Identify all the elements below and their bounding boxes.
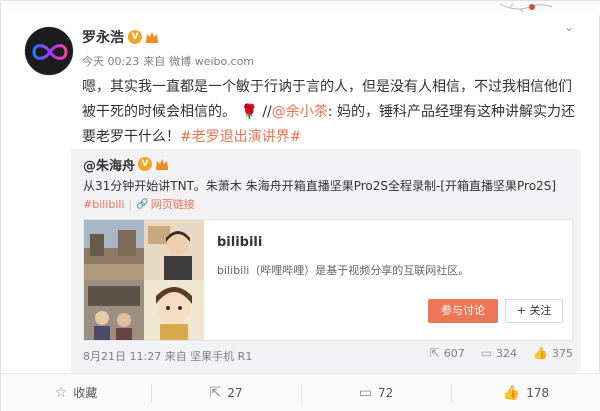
vip-crown-icon[interactable] bbox=[154, 157, 170, 171]
mention-link[interactable]: @余小茶 bbox=[272, 104, 328, 120]
rose-icon: 🌹 bbox=[240, 104, 258, 120]
comment-button[interactable]: ▭ 72 bbox=[301, 374, 451, 411]
thumb-street-image bbox=[84, 220, 144, 280]
share-icon: ⇱ bbox=[429, 346, 440, 360]
tag-separator: | bbox=[128, 197, 133, 211]
follow-button[interactable]: + 关注 bbox=[505, 299, 563, 323]
thumb-shop-image bbox=[84, 280, 144, 340]
repost-share-count: 607 bbox=[443, 346, 465, 360]
repost-author-name[interactable]: @朱海舟 bbox=[83, 155, 135, 174]
thumb-anime-image bbox=[144, 280, 204, 340]
repost-like-button[interactable]: 👍 375 bbox=[533, 346, 573, 360]
favorite-button[interactable]: ☆ 收藏 bbox=[1, 374, 151, 411]
repost-button[interactable]: ⇱ 27 bbox=[151, 374, 301, 411]
repost-footer: 8月21日 11:27 来自 坚果手机 R1 bbox=[83, 350, 253, 363]
chevron-down-icon[interactable]: ⌄ bbox=[561, 19, 577, 35]
weibo-post-card: ⌄ 罗永浩 V 今天 00:23 来自 微博 weibo.com 嗯，其实我一直都是… bbox=[0, 0, 600, 411]
post-time[interactable]: 今天 00:23 bbox=[82, 55, 139, 68]
vip-crown-icon[interactable] bbox=[144, 30, 160, 44]
web-link[interactable]: 网页链接 bbox=[151, 196, 195, 212]
action-bar: ☆ 收藏 ⇱ 27 ▭ 72 👍 178 bbox=[1, 373, 600, 411]
repost-text: 从31分钟开始讲TNT。朱萧木 朱海舟开箱直播坚果Pro2S全程录制-[开箱直播… bbox=[83, 179, 556, 193]
comment-icon: ▭ bbox=[358, 384, 372, 401]
post-text-part-2: // bbox=[262, 104, 272, 120]
comment-count: 72 bbox=[377, 385, 394, 400]
link-preview-card[interactable]: bilibili bilibili（哔哩哔哩）是基于视频分享的互联网社区。 参与… bbox=[83, 219, 573, 341]
repost-actions: ⇱ 607 ▭ 324 👍 375 bbox=[414, 346, 573, 360]
source-prefix: 来自 bbox=[143, 55, 166, 68]
star-icon: ☆ bbox=[54, 384, 68, 401]
thumbs-up-icon: 👍 bbox=[502, 384, 521, 401]
comment-icon: ▭ bbox=[480, 346, 493, 360]
card-title[interactable]: bilibili bbox=[217, 235, 262, 250]
thumb-person-image bbox=[144, 220, 204, 280]
like-count: 178 bbox=[526, 385, 550, 400]
share-icon: ⇱ bbox=[209, 384, 222, 401]
hashtag-link[interactable]: #老罗退出演讲界# bbox=[180, 129, 301, 145]
repost-like-count: 375 bbox=[552, 346, 573, 360]
avatar[interactable] bbox=[24, 26, 74, 76]
verified-badge-icon: V bbox=[138, 157, 153, 171]
repost-count: 27 bbox=[227, 385, 243, 400]
card-thumbnail-collage bbox=[84, 220, 204, 340]
repost-share-button[interactable]: ⇱ 607 bbox=[430, 346, 465, 360]
thumbs-up-icon: 👍 bbox=[533, 346, 548, 360]
favorite-label: 收藏 bbox=[73, 386, 98, 400]
repost-comment-button[interactable]: ▭ 324 bbox=[481, 346, 517, 360]
repost-comment-count: 324 bbox=[496, 346, 518, 360]
sprig-decoration-icon bbox=[499, 3, 553, 13]
card-description: bilibili（哔哩哔哩）是基于视频分享的互联网社区。 bbox=[217, 264, 470, 277]
infinity-logo-icon bbox=[32, 44, 68, 60]
verified-badge-icon: V bbox=[128, 30, 142, 44]
author-name[interactable]: 罗永浩 bbox=[82, 27, 124, 47]
post-source[interactable]: 微博 weibo.com bbox=[169, 55, 254, 68]
like-button[interactable]: 👍 178 bbox=[451, 374, 600, 411]
bilibili-tag-link[interactable]: #bilibili bbox=[83, 198, 125, 211]
post-body: 嗯，其实我一直都是一个敏于行讷于言的人，但是没有人相信，不过我相信他们被干死的时… bbox=[82, 75, 582, 150]
join-discussion-button[interactable]: 参与讨论 bbox=[428, 299, 498, 323]
repost-box: @朱海舟 V 从31分钟开始讲TNT。朱萧木 朱海舟开箱直播坚果Pro2S全程录… bbox=[71, 149, 581, 372]
post-meta: 今天 00:23 来自 微博 weibo.com bbox=[82, 53, 258, 69]
link-icon: 🔗 bbox=[136, 198, 149, 210]
